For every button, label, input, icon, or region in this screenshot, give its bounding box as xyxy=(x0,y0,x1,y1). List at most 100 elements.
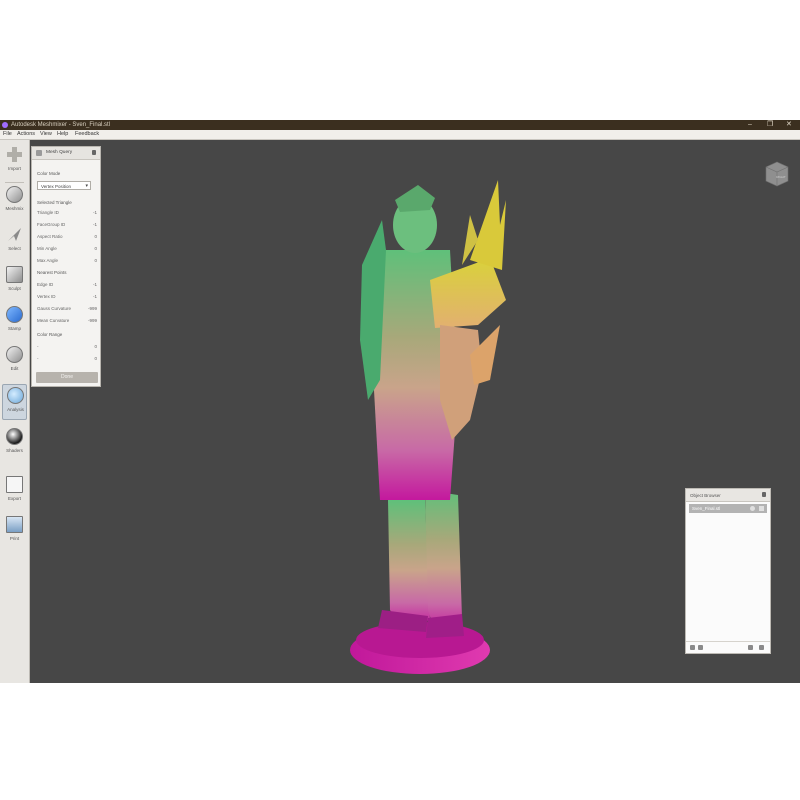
tool-label: Stamp xyxy=(7,326,21,331)
tool-edit[interactable]: Edit xyxy=(2,344,27,380)
row-key: Max Angle xyxy=(37,258,59,263)
tool-shaders[interactable]: Shaders xyxy=(2,426,27,462)
model-right-boot xyxy=(426,614,464,638)
row-key: Vertex ID xyxy=(37,294,56,299)
tool-label: Select xyxy=(8,246,21,251)
mesh-query-icon xyxy=(36,150,42,156)
tool-sidebar: Import Meshmix Select Sculpt Stamp Edit xyxy=(0,140,30,683)
shader-sphere-icon xyxy=(6,428,23,445)
trash-icon[interactable] xyxy=(759,645,764,650)
object-name: Sven_Final.stl xyxy=(692,506,721,511)
row-value: -1 xyxy=(92,210,97,215)
tool-export[interactable]: Export xyxy=(2,474,27,510)
tool-label: Edit xyxy=(10,366,19,371)
row-value: 0 xyxy=(94,246,97,251)
plus-icon xyxy=(6,146,23,163)
menu-actions[interactable]: Actions xyxy=(17,130,35,139)
export-icon xyxy=(6,476,23,493)
chevron-down-icon: ▾ xyxy=(85,182,88,189)
meshmixer-logo-icon xyxy=(2,122,8,128)
menu-feedback[interactable]: Feedback xyxy=(75,130,99,139)
nearest-points-header: Nearest Points xyxy=(37,270,67,275)
info-row: Triangle ID -1 xyxy=(37,210,97,216)
meshmixer-window: Autodesk Meshmixer - Sven_Final.stl – ❐ … xyxy=(0,120,800,683)
panel-title: Object Browser xyxy=(690,492,721,498)
info-row: Min Angle 0 xyxy=(37,246,97,252)
info-row: Vertex ID -1 xyxy=(37,294,97,300)
row-value: -1 xyxy=(92,294,97,299)
close-button[interactable]: ✕ xyxy=(786,120,792,130)
tool-analysis[interactable]: Analysis xyxy=(2,384,27,420)
object-browser-panel: Object Browser Sven_Final.stl xyxy=(685,488,771,654)
tool-label: Import xyxy=(8,166,21,171)
model-right-leg xyxy=(425,490,462,632)
row-value: 0 xyxy=(94,258,97,263)
stamp-icon xyxy=(6,306,23,323)
row-value[interactable]: 0 xyxy=(94,344,97,349)
mesh-icon[interactable] xyxy=(690,645,695,650)
row-key: Mean Curvature xyxy=(37,318,70,323)
visibility-icon[interactable] xyxy=(750,506,755,511)
view-cube-label: RIGHT xyxy=(776,175,786,179)
tool-label: Meshmix xyxy=(5,206,24,211)
selected-triangle-header: Selected Triangle xyxy=(37,200,72,205)
row-key: Edge ID xyxy=(37,282,54,287)
color-range-header: Color Range xyxy=(37,332,63,337)
object-list-item[interactable]: Sven_Final.stl xyxy=(689,504,767,513)
model-hair xyxy=(395,185,435,212)
toolbar-divider xyxy=(5,182,24,183)
row-key: Min Angle xyxy=(37,246,57,251)
menu-file[interactable]: File xyxy=(3,130,12,139)
tool-label: Shaders xyxy=(6,448,23,453)
info-row: Gauss Curvature -999 xyxy=(37,306,97,312)
minimize-button[interactable]: – xyxy=(748,120,752,130)
model-wing-upper xyxy=(470,180,506,270)
tool-meshmix[interactable]: Meshmix xyxy=(2,184,27,220)
tool-label: Analysis xyxy=(7,407,24,412)
tool-print[interactable]: Print xyxy=(2,514,27,550)
tool-import[interactable]: Import xyxy=(2,144,27,183)
info-row: -0 xyxy=(37,356,97,362)
color-mode-value: Vertex Position xyxy=(41,183,72,189)
view-cube[interactable]: RIGHT xyxy=(764,160,790,188)
title-bar: Autodesk Meshmixer - Sven_Final.stl – ❐ … xyxy=(0,120,800,130)
tool-sculpt[interactable]: Sculpt xyxy=(2,264,27,300)
info-row: Edge ID -1 xyxy=(37,282,97,288)
tool-label: Sculpt xyxy=(8,286,21,291)
lock-icon[interactable] xyxy=(762,492,766,497)
duplicate-icon[interactable] xyxy=(748,645,753,650)
row-value[interactable]: 0 xyxy=(94,356,97,361)
tool-label: Print xyxy=(9,536,20,541)
panel-header: Mesh Query xyxy=(32,147,100,160)
character-model[interactable] xyxy=(350,180,506,674)
info-row: Max Angle 0 xyxy=(37,258,97,264)
meshmix-icon xyxy=(6,186,23,203)
row-key: FaceGroup ID xyxy=(37,222,66,227)
row-value: 0 xyxy=(94,234,97,239)
menu-view[interactable]: View xyxy=(40,130,52,139)
lock-icon[interactable] xyxy=(92,150,96,155)
object-browser-footer xyxy=(686,641,770,653)
object-options-icon[interactable] xyxy=(759,506,764,511)
tool-select[interactable]: Select xyxy=(2,224,27,260)
window-title: Autodesk Meshmixer - Sven_Final.stl xyxy=(11,122,111,128)
row-value: -999 xyxy=(87,318,97,323)
menu-help[interactable]: Help xyxy=(57,130,68,139)
row-value: -999 xyxy=(87,306,97,311)
panel-header: Object Browser xyxy=(686,489,770,502)
color-mode-dropdown[interactable]: Vertex Position ▾ xyxy=(37,181,91,190)
maximize-button[interactable]: ❐ xyxy=(767,120,773,130)
row-value: -1 xyxy=(92,282,97,287)
tool-stamp[interactable]: Stamp xyxy=(2,304,27,340)
done-button[interactable]: Done xyxy=(36,372,98,383)
panel-title: Mesh Query xyxy=(46,150,73,155)
mesh-query-panel: Mesh Query Color Mode Vertex Position ▾ … xyxy=(31,146,101,387)
row-key: Aspect Ratio xyxy=(37,234,63,239)
menu-bar: File Actions View Help Feedback xyxy=(0,130,800,140)
analysis-icon xyxy=(7,387,24,404)
link-icon[interactable] xyxy=(698,645,703,650)
color-mode-label: Color Mode xyxy=(37,171,61,176)
edit-sphere-icon xyxy=(6,346,23,363)
select-arrow-icon xyxy=(6,226,23,243)
tool-label: Export xyxy=(7,496,21,501)
